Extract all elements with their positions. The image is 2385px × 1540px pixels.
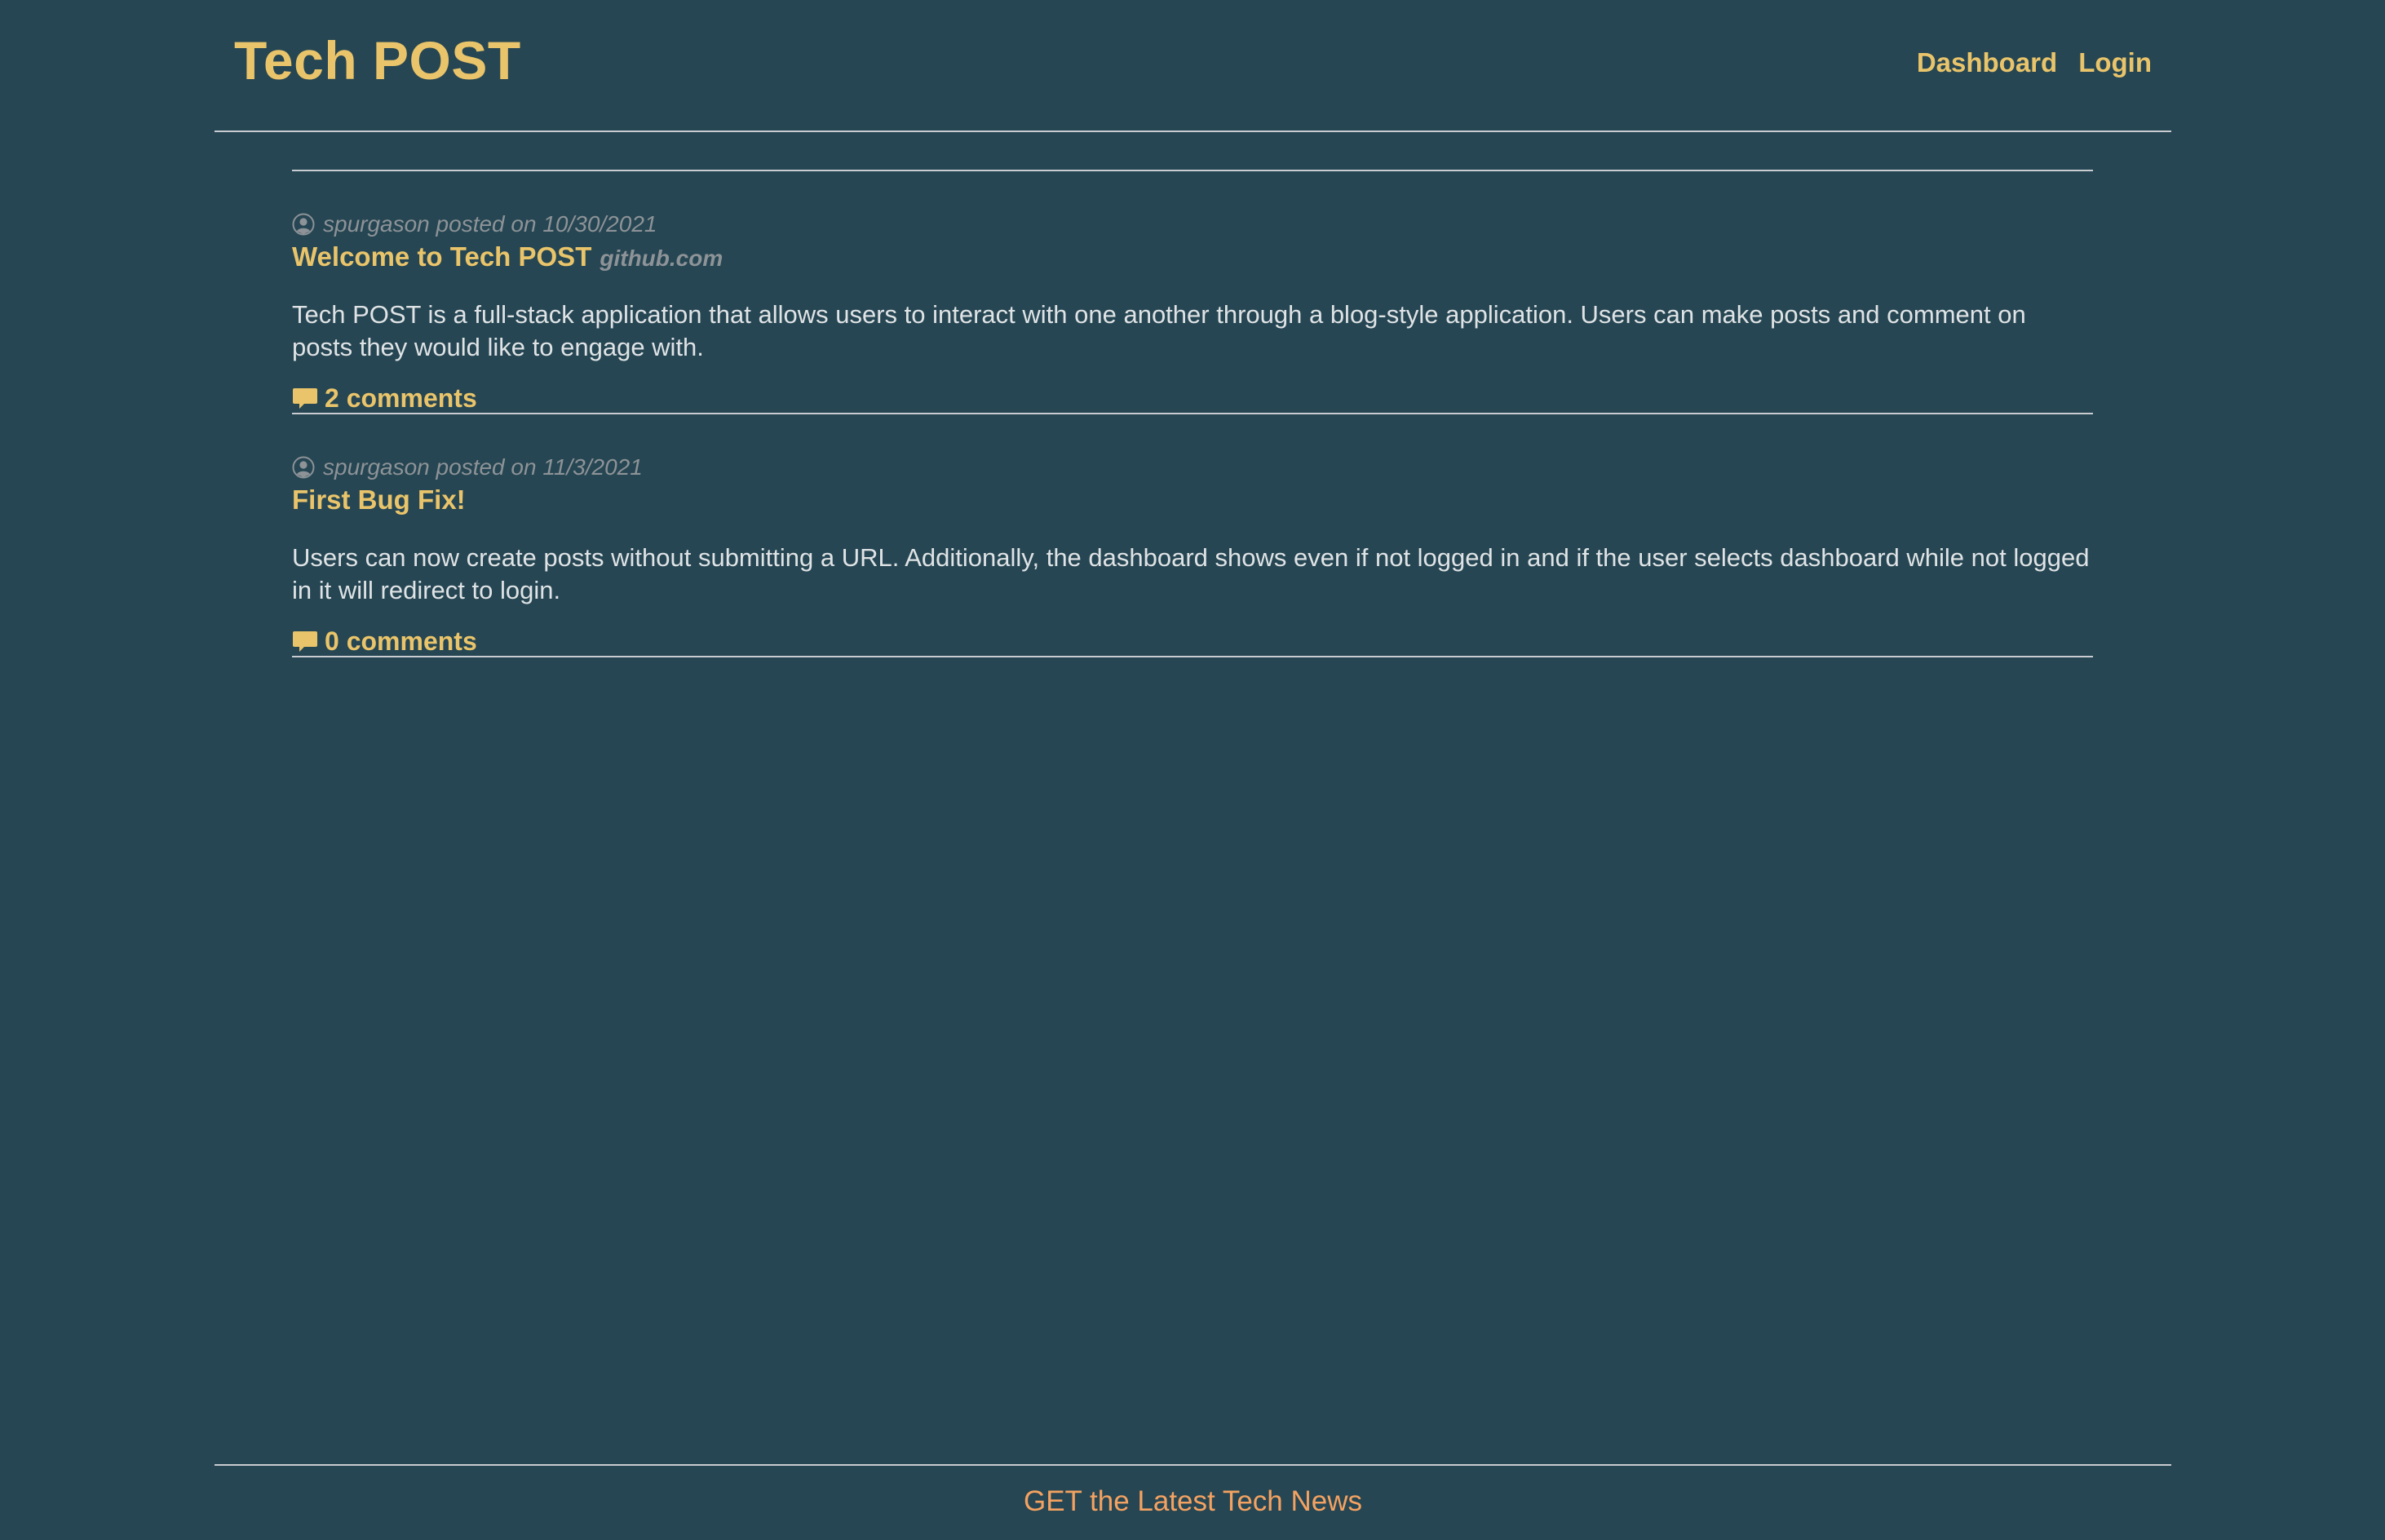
post-author: spurgason — [323, 211, 430, 237]
posted-on-label: posted on — [436, 454, 537, 480]
post-title-line: Welcome to Tech POST github.com — [292, 241, 2093, 277]
user-circle-icon — [292, 213, 315, 236]
site-footer: GET the Latest Tech News — [215, 1464, 2171, 1518]
post-date: 10/30/2021 — [542, 211, 657, 237]
user-circle-icon — [292, 456, 315, 479]
post-body: Tech POST is a full-stack application th… — [292, 300, 2026, 361]
nav-login-link[interactable]: Login — [2078, 47, 2152, 78]
comments-link[interactable]: 0 comments — [292, 626, 477, 657]
post-item: spurgason posted on 10/30/2021 Welcome t… — [292, 171, 2093, 414]
post-host: github.com — [600, 246, 723, 271]
post-author: spurgason — [323, 454, 430, 480]
comments-label: 0 comments — [325, 626, 477, 656]
posted-on-label: posted on — [436, 211, 537, 237]
post-list: spurgason posted on 10/30/2021 Welcome t… — [292, 170, 2093, 657]
site-header: Tech POST Dashboard Login — [215, 0, 2171, 132]
post-title-link[interactable]: Welcome to Tech POST — [292, 241, 591, 272]
footer-tagline: GET the Latest Tech News — [1023, 1485, 1363, 1517]
post-item: spurgason posted on 11/3/2021 First Bug … — [292, 414, 2093, 657]
post-meta: spurgason posted on 10/30/2021 — [292, 210, 2093, 238]
post-body: Users can now create posts without submi… — [292, 543, 2090, 604]
post-title-line: First Bug Fix! — [292, 485, 2093, 520]
main-nav: Dashboard Login — [1917, 47, 2152, 78]
comment-bubble-icon — [293, 631, 317, 652]
page: Tech POST Dashboard Login spurgason post… — [0, 0, 2385, 1540]
nav-dashboard-link[interactable]: Dashboard — [1917, 47, 2057, 78]
comments-link[interactable]: 2 comments — [292, 383, 477, 414]
post-date: 11/3/2021 — [542, 454, 643, 480]
comments-label: 2 comments — [325, 383, 477, 413]
post-title-link[interactable]: First Bug Fix! — [292, 485, 466, 516]
post-meta: spurgason posted on 11/3/2021 — [292, 454, 2093, 481]
comment-bubble-icon — [293, 387, 317, 409]
site-title-link[interactable]: Tech POST — [234, 29, 521, 91]
